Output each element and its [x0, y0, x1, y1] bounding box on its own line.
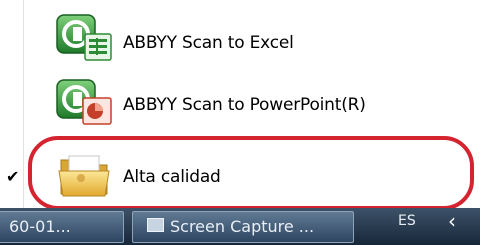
menu-item-label: ABBYY Scan to PowerPoint(R)	[123, 95, 366, 115]
abbyy-powerpoint-icon	[56, 79, 112, 125]
highlight-ring	[28, 136, 474, 210]
screen-capture-icon	[147, 218, 164, 232]
taskbar-button-screen-capture[interactable]: Screen Capture ...	[132, 211, 354, 243]
language-indicator[interactable]: ES	[398, 213, 416, 229]
menu-item-label: ABBYY Scan to Excel	[123, 33, 294, 53]
taskbar-button-window[interactable]: 60-01...	[0, 211, 124, 243]
taskbar: 60-01... Screen Capture ... ES ‹	[0, 208, 480, 245]
menu-item-abbyy-scan-to-excel[interactable]: ABBYY Scan to Excel	[0, 8, 480, 78]
abbyy-excel-icon	[56, 14, 112, 61]
taskbar-button-label: 60-01...	[9, 217, 71, 236]
menu-item-abbyy-scan-to-powerpoint[interactable]: ABBYY Scan to PowerPoint(R)	[0, 70, 480, 140]
checkmark-icon: ✔	[6, 167, 20, 186]
show-hidden-icons-icon[interactable]: ‹	[448, 209, 456, 233]
taskbar-button-label: Screen Capture ...	[170, 217, 315, 236]
context-menu: ABBYY Scan to Excel ABBYY Scan to PowerP…	[0, 0, 480, 212]
